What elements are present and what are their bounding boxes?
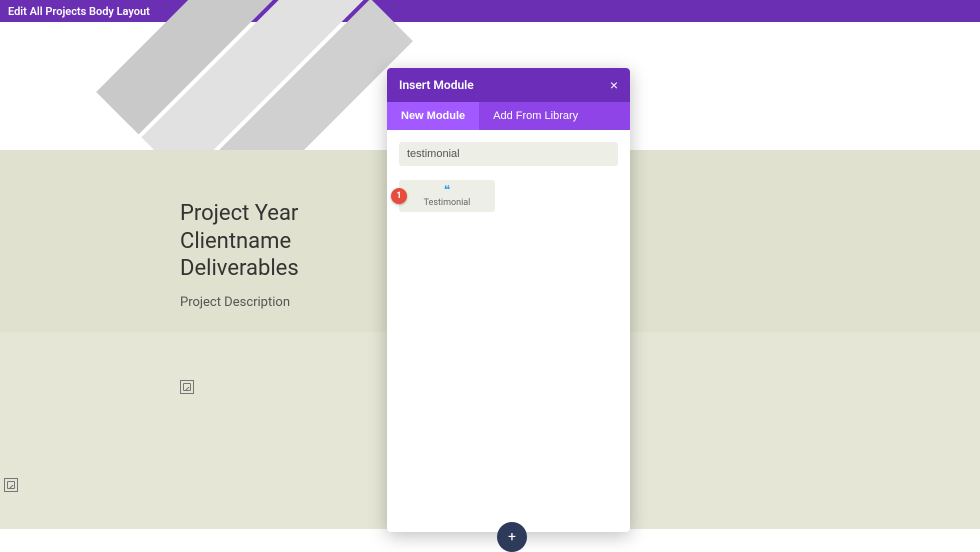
- module-search-input[interactable]: [399, 142, 618, 166]
- hero-description: Project Description: [180, 295, 299, 310]
- insert-module-modal: Insert Module × New Module Add From Libr…: [387, 68, 630, 532]
- hero-line1: Project Year: [180, 201, 298, 226]
- image-placeholder-icon: [4, 478, 18, 492]
- image-placeholder-icon: [180, 380, 194, 394]
- topbar-title: Edit All Projects Body Layout: [8, 5, 150, 18]
- modal-header: Insert Module ×: [387, 68, 630, 102]
- quote-icon: ❝: [444, 184, 450, 196]
- page-canvas: Project Year Clientname Deliverables Pro…: [0, 22, 980, 529]
- step-badge: 1: [391, 188, 407, 204]
- modal-title: Insert Module: [399, 78, 474, 92]
- close-button[interactable]: ×: [610, 77, 618, 93]
- module-option-testimonial[interactable]: 1 ❝ Testimonial: [399, 180, 495, 212]
- hero-heading: Project Year Clientname Deliverables: [180, 200, 299, 283]
- tab-add-from-library[interactable]: Add From Library: [479, 102, 592, 130]
- hero-line3: Deliverables: [180, 256, 299, 281]
- hero-line2: Clientname: [180, 229, 291, 254]
- modal-tabs: New Module Add From Library: [387, 102, 630, 130]
- hero-text: Project Year Clientname Deliverables Pro…: [180, 200, 299, 310]
- top-bar: Edit All Projects Body Layout: [0, 0, 980, 22]
- add-fab-button[interactable]: +: [497, 522, 527, 552]
- tab-new-module[interactable]: New Module: [387, 102, 479, 130]
- modal-body: 1 ❝ Testimonial: [387, 130, 630, 532]
- plus-icon: +: [508, 529, 516, 545]
- module-label: Testimonial: [424, 198, 471, 208]
